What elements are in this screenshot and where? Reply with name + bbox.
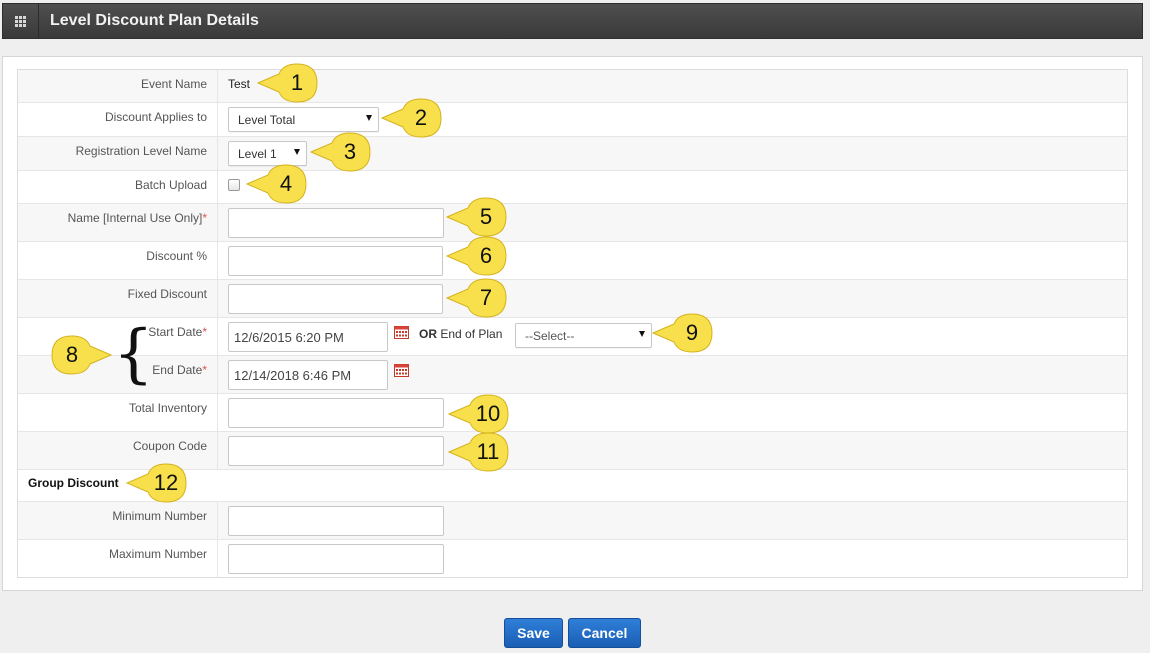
total-inventory-label: Total Inventory xyxy=(128,401,207,415)
end-of-plan-select[interactable]: --Select-- xyxy=(515,323,652,348)
callout-10: 10 xyxy=(448,394,510,434)
discount-percent-label: Discount % xyxy=(146,249,207,263)
row-discount-applies: Discount Applies to Level Total xyxy=(18,103,1127,137)
grid-icon xyxy=(15,15,26,27)
page-header: Level Discount Plan Details xyxy=(2,3,1143,39)
callout-11: 11 xyxy=(448,432,510,472)
end-of-plan-selected: --Select-- xyxy=(525,329,575,343)
coupon-code-label: Coupon Code xyxy=(132,439,207,453)
calendar-icon[interactable] xyxy=(394,325,409,339)
minimum-number-input[interactable] xyxy=(228,506,444,536)
discount-applies-selected: Level Total xyxy=(238,113,296,127)
end-date-input[interactable]: 12/14/2018 6:46 PM xyxy=(228,360,388,390)
row-start-date: Start Date* 12/6/2015 6:20 PM OR End of … xyxy=(18,318,1127,356)
row-discount-percent: Discount % xyxy=(18,242,1127,280)
callout-9: 9 xyxy=(652,313,714,353)
fixed-discount-label: Fixed Discount xyxy=(127,287,207,301)
brace-bracket: { xyxy=(113,317,154,391)
row-total-inventory: Total Inventory xyxy=(18,394,1127,432)
maximum-number-label: Maximum Number xyxy=(108,547,207,561)
fixed-discount-input[interactable] xyxy=(228,284,443,314)
coupon-code-input[interactable] xyxy=(228,436,444,466)
minimum-number-label: Minimum Number xyxy=(112,509,207,523)
callout-8: 8 xyxy=(50,335,112,375)
callout-1: 1 xyxy=(257,63,319,103)
name-internal-input[interactable] xyxy=(228,208,444,238)
page-title: Level Discount Plan Details xyxy=(50,12,259,29)
calendar-icon[interactable] xyxy=(394,363,409,377)
grid-menu-button[interactable] xyxy=(3,4,39,38)
discount-percent-input[interactable] xyxy=(228,246,443,276)
row-name-internal: Name [Internal Use Only]* xyxy=(18,204,1127,242)
registration-level-select[interactable]: Level 1 xyxy=(228,141,307,166)
callout-5: 5 xyxy=(446,197,508,237)
dropdown-arrow-icon xyxy=(294,149,300,155)
batch-upload-checkbox[interactable] xyxy=(228,179,240,191)
registration-level-label: Registration Level Name xyxy=(75,144,207,158)
event-name-label: Event Name xyxy=(140,77,207,91)
callout-12: 12 xyxy=(126,463,188,503)
callout-6: 6 xyxy=(446,236,508,276)
total-inventory-input[interactable] xyxy=(228,398,444,428)
end-of-plan-label: OR End of Plan xyxy=(419,327,503,341)
discount-applies-label: Discount Applies to xyxy=(104,110,207,124)
group-discount-title: Group Discount xyxy=(28,476,119,490)
event-name-value: Test xyxy=(228,77,251,91)
row-maximum-number: Maximum Number xyxy=(18,540,1127,578)
registration-level-selected: Level 1 xyxy=(238,147,277,161)
end-date-label: End Date* xyxy=(152,363,207,377)
dropdown-arrow-icon xyxy=(639,331,645,337)
callout-7: 7 xyxy=(446,278,508,318)
callout-3: 3 xyxy=(310,132,372,172)
callout-2: 2 xyxy=(381,98,443,138)
row-minimum-number: Minimum Number xyxy=(18,502,1127,540)
row-registration-level: Registration Level Name Level 1 xyxy=(18,137,1127,171)
maximum-number-input[interactable] xyxy=(228,544,444,574)
dropdown-arrow-icon xyxy=(366,115,372,121)
batch-upload-label: Batch Upload xyxy=(134,178,207,192)
row-batch-upload: Batch Upload xyxy=(18,171,1127,204)
start-date-label: Start Date* xyxy=(148,325,207,339)
start-date-input[interactable]: 12/6/2015 6:20 PM xyxy=(228,322,388,352)
row-fixed-discount: Fixed Discount xyxy=(18,280,1127,318)
discount-applies-select[interactable]: Level Total xyxy=(228,107,379,132)
cancel-button[interactable]: Cancel xyxy=(568,618,641,648)
callout-4: 4 xyxy=(246,164,308,204)
row-end-date: End Date* 12/14/2018 6:46 PM xyxy=(18,356,1127,394)
name-internal-label: Name [Internal Use Only]* xyxy=(67,211,207,225)
save-button[interactable]: Save xyxy=(504,618,563,648)
row-event-name: Event Name Test xyxy=(18,70,1127,103)
